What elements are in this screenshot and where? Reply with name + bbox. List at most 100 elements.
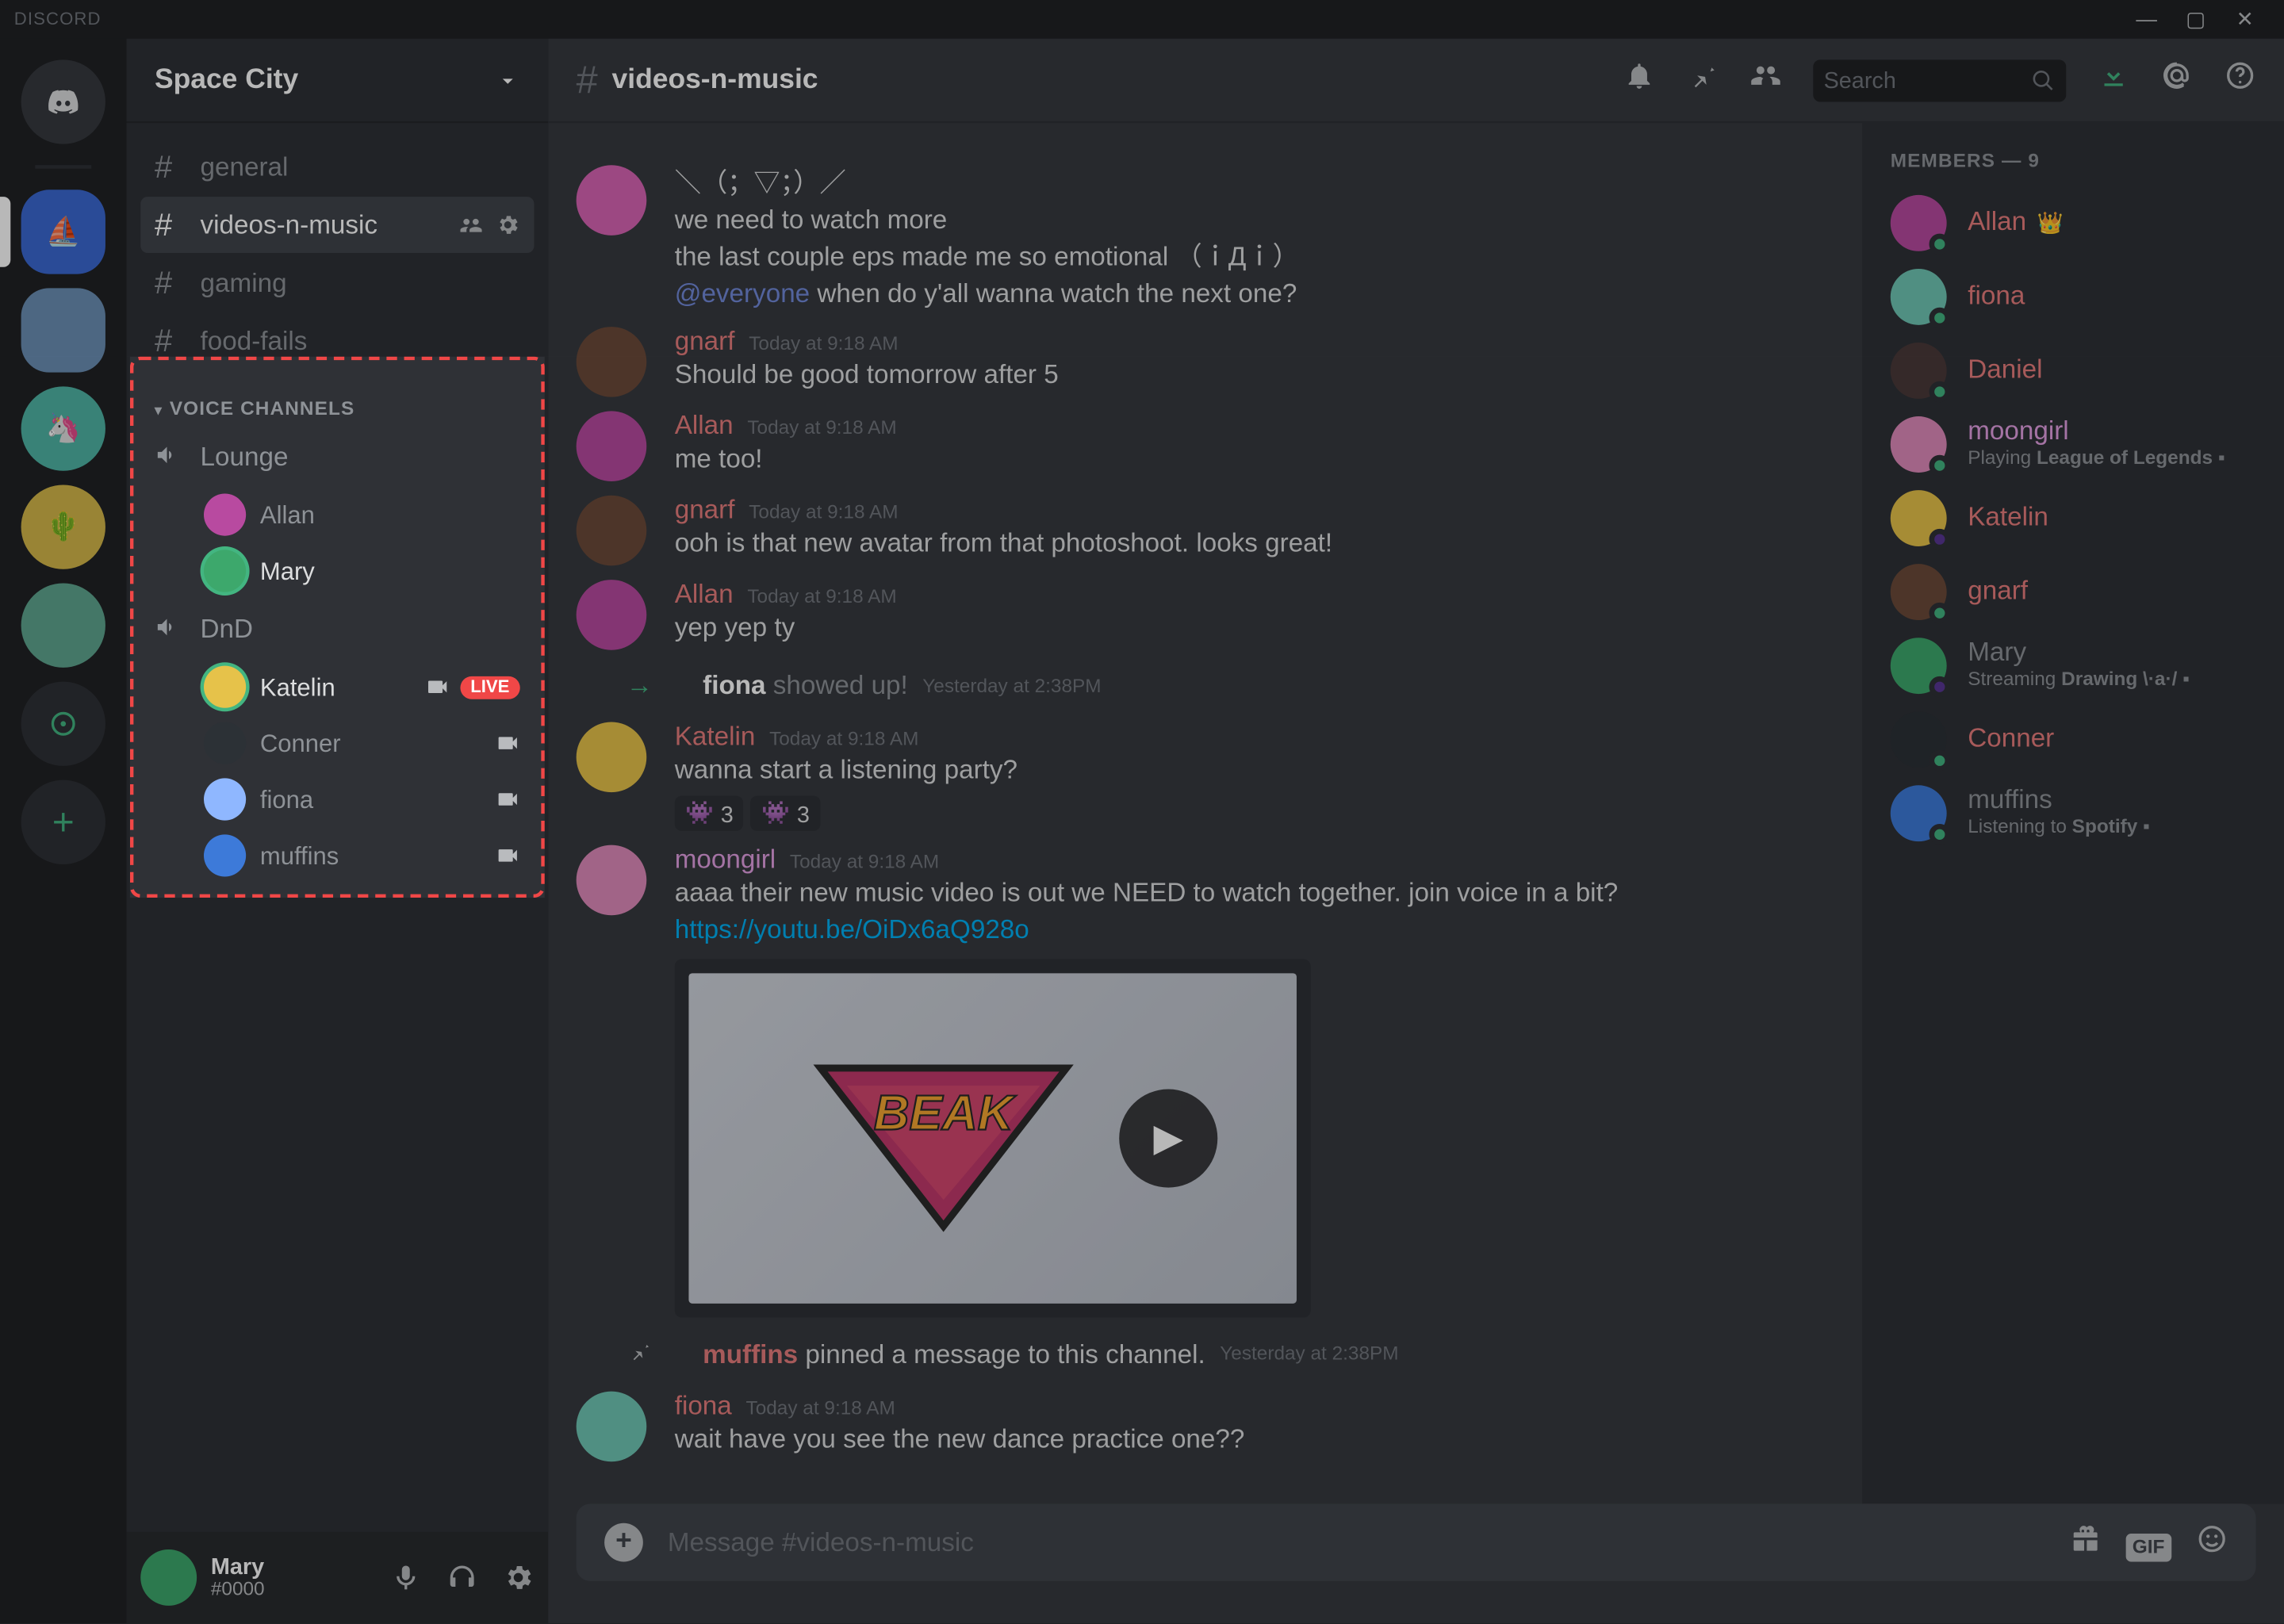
member-item[interactable]: MaryStreaming Drawing \·a·/ ▪ [1876,629,2270,703]
gift-icon[interactable] [2069,1522,2101,1563]
channel-name: gaming [201,268,287,298]
voice-user-name: fiona [260,785,313,813]
member-item[interactable]: moongirlPlaying League of Legends ▪ [1876,408,2270,481]
voice-category-header[interactable]: ▾ VOICE CHANNELS [127,370,549,427]
chevron-down-icon [496,67,520,92]
members-panel: MEMBERS — 9 Allan👑fionaDanielmoongirlPla… [1862,123,2284,1503]
reaction[interactable]: 👾3 [675,796,744,831]
status-indicator [1930,824,1951,845]
guild-item[interactable] [21,288,105,372]
avatar[interactable] [577,165,647,236]
messages-list[interactable]: ＼（；▽；）／we need to watch morethe last cou… [548,123,1862,1503]
voice-user[interactable]: Allan [140,487,534,543]
avatar[interactable] [577,1392,647,1462]
voice-user[interactable]: fiona [140,772,534,828]
guild-item[interactable] [21,584,105,668]
avatar[interactable] [577,327,647,397]
text-channel-item[interactable]: #videos-n-music [140,197,534,253]
window-close-button[interactable]: ✕ [2221,7,2270,32]
avatar [1891,416,1947,473]
message-author[interactable]: moongirl [675,845,776,875]
message-input[interactable]: + Message #videos-n-music GIF [577,1503,2256,1580]
explore-button[interactable] [21,682,105,766]
text-channel-item[interactable]: #gaming [140,255,534,311]
avatar[interactable] [577,722,647,793]
text-channel-item[interactable]: #general [140,139,534,195]
voice-channel-item[interactable]: DnD [140,601,534,657]
system-user[interactable]: muffins [703,1339,798,1369]
status-indicator [1930,676,1951,698]
voice-channel-item[interactable]: Lounge [140,429,534,485]
message-author[interactable]: Katelin [675,722,756,753]
home-button[interactable] [21,59,105,144]
avatar[interactable] [577,411,647,481]
avatar [204,778,246,820]
video-embed[interactable]: BEAK▶ [675,959,1311,1318]
attach-button[interactable]: + [604,1523,643,1562]
member-item[interactable]: Daniel [1876,334,2270,408]
voice-user[interactable]: Mary [140,543,534,599]
message-link[interactable]: https://youtu.be/OiDx6aQ928o [675,915,1029,945]
hash-icon: # [577,57,598,103]
message: KatelinToday at 9:18 AMwanna start a lis… [577,722,1834,831]
avatar[interactable] [577,496,647,566]
message-timestamp: Today at 9:18 AM [747,587,896,608]
avatar[interactable] [577,580,647,650]
message-timestamp: Today at 9:18 AM [746,1398,895,1419]
add-server-button[interactable] [21,780,105,864]
message-text: Should be good tomorrow after 5 [675,357,1834,394]
guild-rail: ⛵ 🦄 🌵 [0,39,127,1623]
message-author[interactable]: Allan [675,580,734,610]
text-channel-item[interactable]: #food-fails [140,312,534,369]
system-user[interactable]: fiona [703,671,765,701]
download-icon[interactable] [2098,59,2129,100]
mic-icon[interactable] [390,1561,422,1593]
search-input[interactable]: Search [1813,59,2066,101]
voice-user[interactable]: KatelinLIVE [140,659,534,715]
guild-item[interactable]: 🌵 [21,485,105,569]
message-author[interactable]: Allan [675,411,734,441]
gear-icon[interactable] [496,213,520,237]
avatar[interactable] [577,845,647,916]
mention[interactable]: @everyone [675,279,810,309]
voice-user[interactable]: muffins [140,827,534,883]
member-item[interactable]: fiona [1876,260,2270,334]
member-item[interactable]: gnarf [1876,555,2270,629]
member-item[interactable]: Katelin [1876,481,2270,555]
member-item[interactable]: Conner [1876,703,2270,776]
gif-button[interactable]: GIF [2125,1524,2171,1561]
guild-item[interactable]: ⛵ [21,190,105,274]
message-author[interactable]: fiona [675,1392,732,1422]
voice-user[interactable]: Conner [140,715,534,772]
notifications-icon[interactable] [1623,59,1655,100]
search-placeholder: Search [1824,67,2031,93]
help-icon[interactable] [2225,59,2256,100]
message-author[interactable]: gnarf [675,327,735,357]
message-author[interactable]: gnarf [675,496,735,526]
svg-text:BEAK: BEAK [874,1086,1017,1141]
message: gnarfToday at 9:18 AMooh is that new ava… [577,496,1834,566]
headphones-icon[interactable] [446,1561,478,1593]
members-toggle-icon[interactable] [1750,59,1782,100]
member-item[interactable]: Allan👑 [1876,186,2270,260]
reaction[interactable]: 👾3 [751,796,820,831]
chat-header: # videos-n-music Search [548,39,2284,123]
emoji-picker-icon[interactable] [2196,1522,2228,1563]
pinned-icon[interactable] [1687,59,1719,100]
gear-icon[interactable] [503,1561,535,1593]
avatar[interactable] [140,1549,197,1606]
avatar [1891,785,1947,841]
channel-name: general [201,152,289,182]
server-header[interactable]: Space City [127,39,549,123]
mentions-icon[interactable] [2161,59,2193,100]
window-maximize-button[interactable]: ▢ [2171,7,2221,32]
window-minimize-button[interactable]: — [2122,7,2171,32]
member-name: moongirl [1968,417,2068,449]
message-text: aaaa their new music video is out we NEE… [675,875,1834,912]
status-indicator [1930,234,1951,255]
server-name: Space City [155,64,298,96]
guild-item[interactable]: 🦄 [21,386,105,470]
message-text: wanna start a listening party? [675,752,1834,789]
member-item[interactable]: muffinsListening to Spotify ▪ [1876,776,2270,850]
invite-icon[interactable] [460,213,485,237]
